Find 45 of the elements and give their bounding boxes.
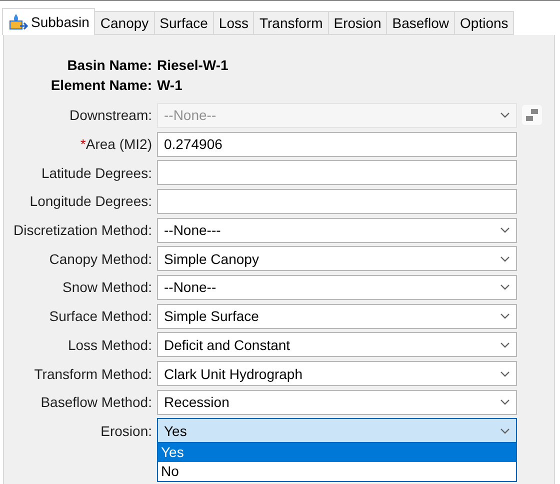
info-value: Riesel-W-1 — [157, 57, 230, 73]
tab[interactable]: Transform — [253, 11, 329, 35]
chevron-down-icon — [500, 256, 510, 262]
field-label: Discretization Method: — [13, 222, 152, 238]
tab[interactable]: Erosion — [328, 11, 388, 35]
tab[interactable]: Surface — [154, 11, 214, 35]
chevron-down-icon — [500, 112, 510, 118]
tab[interactable]: Subbasin — [2, 8, 96, 35]
field-label: Latitude Degrees: — [41, 164, 152, 181]
dropdown-option[interactable]: Yes — [158, 442, 516, 462]
info-label: Element Name: — [50, 77, 152, 93]
dropdown[interactable]: Clark Unit Hydrograph — [157, 361, 517, 386]
chevron-down-icon — [500, 313, 510, 320]
info-value: W-1 — [157, 77, 184, 93]
dropdown[interactable]: --None-- — [157, 274, 517, 300]
field-label: Transform Method: — [34, 366, 152, 382]
dropdown[interactable]: --None--- — [157, 218, 517, 243]
field-label: Canopy Method: — [49, 250, 152, 267]
dropdown[interactable]: Simple Surface — [157, 304, 517, 329]
input-field[interactable] — [157, 160, 517, 186]
chevron-down-icon — [500, 227, 510, 234]
tab[interactable]: Canopy — [94, 11, 155, 35]
chevron-down-icon — [500, 284, 510, 290]
tab[interactable]: Options — [454, 11, 514, 35]
field-label: Baseflow Method: — [40, 394, 152, 410]
chevron-down-icon — [500, 342, 510, 348]
field-label: Surface Method: — [49, 308, 152, 324]
chevron-down-icon — [500, 370, 510, 377]
field-label: Loss Method: — [68, 336, 152, 353]
dropdown[interactable]: Yes — [157, 418, 517, 444]
chevron-down-icon — [500, 428, 510, 434]
field-label: Erosion: — [100, 422, 152, 439]
tab[interactable]: Baseflow — [386, 11, 456, 35]
input-field[interactable] — [157, 188, 517, 214]
tab[interactable]: Loss — [212, 11, 254, 35]
info-label: Basin Name: — [67, 57, 152, 73]
dropdown[interactable]: Deficit and Constant — [157, 332, 517, 358]
field-label: Snow Method: — [62, 279, 152, 296]
chevron-down-icon — [500, 399, 510, 406]
field-label: Downstream: — [70, 107, 152, 124]
dropdown[interactable]: Simple Canopy — [157, 246, 517, 272]
field-label: Longitude Degrees: — [30, 193, 152, 210]
field-label: *Area (MI2) — [80, 136, 152, 152]
input-field[interactable]: 0.274906 — [157, 132, 517, 157]
dropdown[interactable]: Recession — [157, 390, 517, 415]
